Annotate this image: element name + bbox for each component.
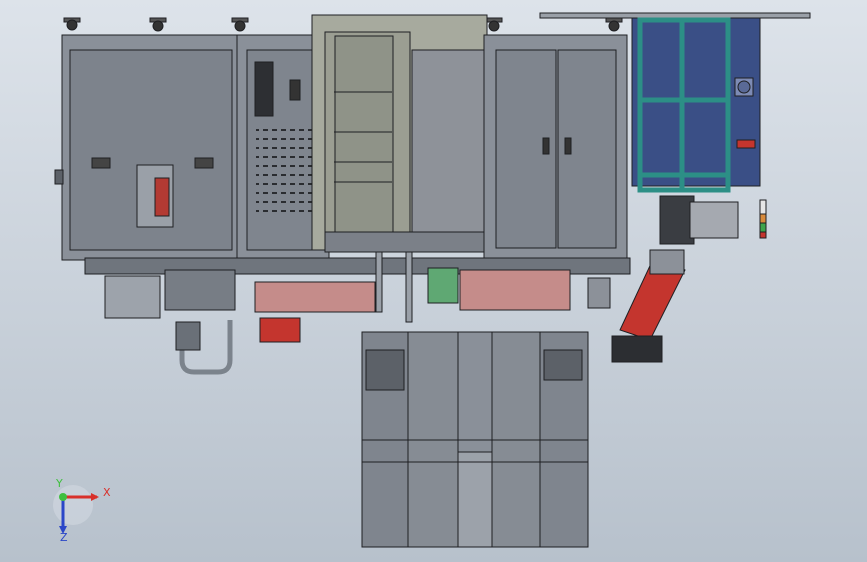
x-axis-label: X — [103, 486, 111, 499]
cad-viewport[interactable]: X Y Z — [0, 0, 867, 562]
lower-base[interactable] — [361, 331, 589, 548]
robot-cell-frame[interactable] — [631, 17, 761, 193]
y-axis-label: Y — [55, 477, 63, 490]
signal-tower-icon — [759, 199, 767, 239]
glass-door-cabinet[interactable] — [311, 14, 488, 253]
right-double-door-cabinet[interactable] — [483, 34, 628, 261]
door-handle-icon[interactable] — [564, 137, 572, 155]
left-cabinet[interactable] — [54, 34, 238, 261]
top-plate — [539, 12, 811, 19]
z-axis-label: Z — [60, 531, 68, 544]
door-handle-icon[interactable] — [542, 137, 550, 155]
